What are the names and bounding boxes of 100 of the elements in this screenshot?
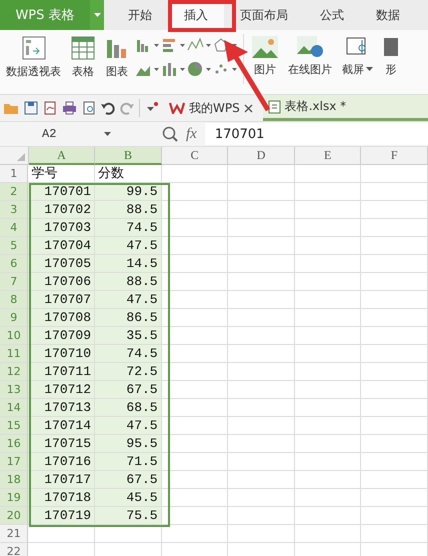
table-cell: [294, 381, 362, 399]
table-cell: 170709: [28, 327, 96, 345]
row-header[interactable]: 15: [0, 417, 28, 435]
table-cell: 170718: [28, 489, 96, 507]
row-header[interactable]: 6: [0, 255, 28, 273]
table-cell: [162, 435, 228, 453]
table-cell: 72.5: [95, 363, 162, 381]
row-header[interactable]: 5: [0, 237, 28, 255]
column-header[interactable]: B: [95, 147, 162, 165]
row-header[interactable]: 17: [0, 453, 28, 471]
table-cell: [361, 489, 428, 507]
ribbon-tab[interactable]: 公式: [304, 0, 360, 30]
chart-type-icons[interactable]: [135, 36, 239, 78]
row-header[interactable]: 21: [0, 525, 28, 543]
table-cell: [228, 201, 295, 219]
column-header[interactable]: D: [228, 147, 295, 165]
table-cell: 170714: [28, 417, 96, 435]
document-tab[interactable]: 我的WPS: [164, 95, 258, 121]
row-header[interactable]: 18: [0, 471, 28, 489]
row-header[interactable]: 2: [0, 183, 28, 201]
ribbon-button[interactable]: 数据透视表: [2, 34, 65, 81]
zoom-icon[interactable]: [162, 126, 178, 142]
print-icon[interactable]: [62, 101, 77, 115]
table-cell: [228, 363, 295, 381]
close-icon[interactable]: [244, 104, 253, 112]
table-cell: 88.5: [95, 273, 162, 291]
row-header[interactable]: 3: [0, 201, 28, 219]
preview-icon[interactable]: [82, 101, 96, 115]
table-icon: [71, 36, 95, 60]
table-cell: 170707: [28, 291, 96, 309]
row-header[interactable]: 19: [0, 489, 28, 507]
undo-icon[interactable]: [101, 101, 115, 115]
table-cell: [28, 525, 96, 543]
row-header[interactable]: 20: [0, 507, 28, 525]
name-box[interactable]: A2: [0, 127, 120, 141]
table-cell: [228, 435, 295, 453]
table-cell: [162, 381, 228, 399]
ribbon-button[interactable]: 图片: [248, 34, 282, 79]
row-header[interactable]: 11: [0, 345, 28, 363]
table-cell: [228, 345, 295, 363]
table-cell: [228, 417, 295, 435]
ribbon-tab[interactable]: 开始: [112, 0, 168, 30]
column-header[interactable]: A: [28, 147, 96, 165]
function-label[interactable]: fx: [186, 126, 197, 142]
row-header[interactable]: 8: [0, 291, 28, 309]
table-cell: [228, 399, 295, 417]
row-header[interactable]: 22: [0, 543, 28, 556]
document-tab[interactable]: 表格.xlsx *: [262, 95, 428, 121]
table-cell: [361, 363, 428, 381]
row-header[interactable]: 12: [0, 363, 28, 381]
table-cell: [361, 255, 428, 273]
row-header[interactable]: 10: [0, 327, 28, 345]
row-header[interactable]: 4: [0, 219, 28, 237]
table-cell: [228, 309, 295, 327]
table-cell: 47.5: [95, 417, 162, 435]
ribbon-tab[interactable]: 页面布局: [224, 0, 304, 30]
row-header[interactable]: 1: [0, 165, 28, 183]
table-cell: 74.5: [95, 345, 162, 363]
table-cell: [294, 489, 362, 507]
save-icon[interactable]: [24, 101, 38, 115]
table-cell: [228, 489, 295, 507]
shape-icon: [384, 36, 398, 58]
table-cell: [294, 399, 362, 417]
column-header[interactable]: F: [361, 147, 428, 165]
table-cell: [162, 489, 228, 507]
row-header[interactable]: 14: [0, 399, 28, 417]
table-cell: [294, 273, 362, 291]
row-header[interactable]: 13: [0, 381, 28, 399]
ribbon-button[interactable]: 形: [380, 34, 402, 79]
column-header[interactable]: E: [294, 147, 362, 165]
app-menu-button[interactable]: WPS 表格: [0, 0, 90, 30]
row-header[interactable]: 7: [0, 273, 28, 291]
ribbon-tab[interactable]: 数据: [360, 0, 416, 30]
table-cell: [228, 453, 295, 471]
formula-field[interactable]: 170701: [204, 123, 428, 145]
ribbon-button[interactable]: 表格: [67, 34, 99, 81]
table-cell: [361, 219, 428, 237]
ribbon-button[interactable]: 在线图片: [284, 34, 336, 79]
ribbon-button[interactable]: 截屏: [338, 34, 378, 79]
table-cell: [361, 291, 428, 309]
table-cell: [228, 291, 295, 309]
caret-icon[interactable]: [366, 67, 374, 72]
table-cell: [294, 345, 362, 363]
row-header[interactable]: 9: [0, 309, 28, 327]
table-cell: [294, 363, 362, 381]
table-cell: [162, 273, 228, 291]
table-cell: [294, 255, 362, 273]
table-cell: [162, 363, 228, 381]
ribbon-button[interactable]: 图表: [101, 34, 133, 81]
app-menu-caret-icon[interactable]: [90, 0, 104, 30]
table-cell: [162, 183, 228, 201]
table-cell: [361, 417, 428, 435]
table-cell: 14.5: [95, 255, 162, 273]
table-cell: 170708: [28, 309, 96, 327]
table-cell: [228, 507, 295, 525]
annotation-box: [168, 0, 236, 32]
row-header[interactable]: 16: [0, 435, 28, 453]
table-cell: 68.5: [95, 399, 162, 417]
column-header[interactable]: C: [162, 147, 228, 165]
table-cell: 67.5: [95, 471, 162, 489]
